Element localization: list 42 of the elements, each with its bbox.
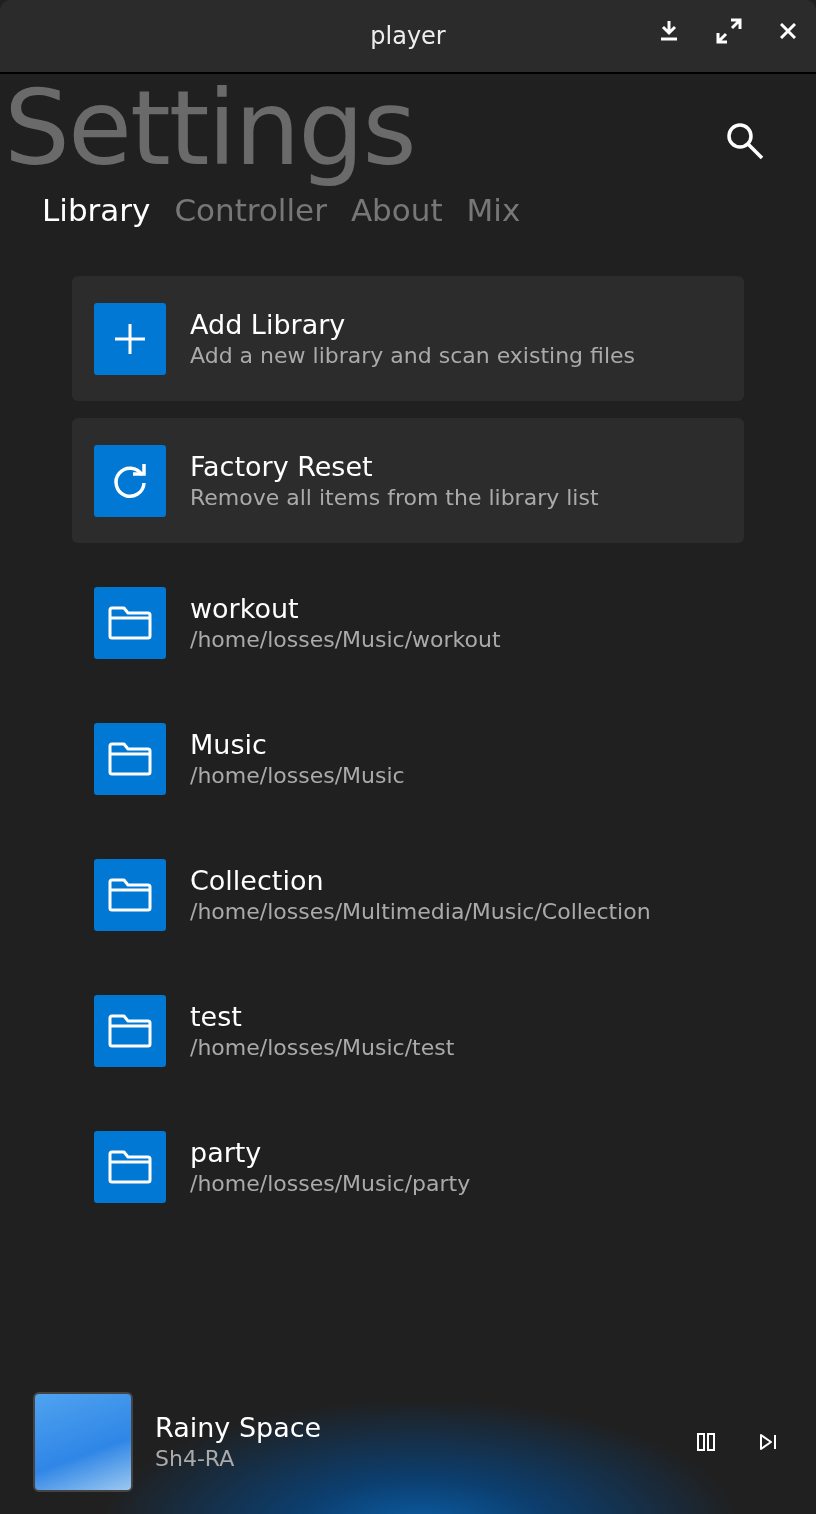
tab[interactable]: Mix — [464, 192, 523, 228]
item-subtitle: Add a new library and scan existing files — [190, 341, 636, 370]
folder-icon — [108, 1149, 152, 1184]
tab[interactable]: Library — [40, 192, 153, 228]
item-title: Add Library — [190, 307, 347, 342]
item-title: party — [190, 1135, 263, 1170]
pause-icon — [697, 1433, 715, 1451]
library-folder-row[interactable]: Music /home/losses/Music — [72, 696, 744, 821]
folder-icon — [108, 605, 152, 640]
item-subtitle: /home/losses/Music — [190, 761, 406, 790]
item-subtitle: /home/losses/Multimedia/Music/Collection — [190, 897, 652, 926]
track-artist: Sh4-RA — [155, 1445, 236, 1473]
library-folder-row[interactable]: party /home/losses/Music/party — [72, 1104, 744, 1229]
maximize-icon[interactable] — [716, 18, 742, 44]
page-heading: Settings — [4, 66, 415, 190]
skip-next-icon — [759, 1434, 777, 1450]
refresh-icon — [111, 461, 149, 500]
item-title: Music — [190, 727, 268, 762]
library-folder-row[interactable]: Collection /home/losses/Multimedia/Music/Collection — [72, 832, 744, 957]
close-icon[interactable] — [780, 23, 796, 39]
folder-icon — [108, 1013, 152, 1048]
item-subtitle: /home/losses/Music/party — [190, 1169, 472, 1198]
folder-icon — [108, 741, 152, 776]
plus-icon — [113, 321, 147, 356]
item-title: Collection — [190, 863, 325, 898]
item-title: workout — [190, 591, 300, 626]
item-subtitle: /home/losses/Music/test — [190, 1033, 456, 1062]
item-subtitle: /home/losses/Music/workout — [190, 625, 502, 654]
folder-icon — [108, 877, 152, 912]
item-title: Factory Reset — [190, 449, 374, 484]
search-icon[interactable] — [726, 122, 764, 160]
item-subtitle: Remove all items from the library list — [190, 483, 600, 512]
item-title: test — [190, 999, 243, 1034]
window-title: player — [370, 22, 446, 50]
download-icon[interactable] — [660, 21, 678, 41]
tab[interactable]: About — [348, 192, 445, 228]
library-folder-row[interactable]: test /home/losses/Music/test — [72, 968, 744, 1093]
action-card[interactable]: Factory Reset Remove all items from the library list — [72, 418, 744, 543]
library-folder-row[interactable]: workout /home/losses/Music/workout — [72, 560, 744, 685]
action-card[interactable]: Add Library Add a new library and scan existing files — [72, 276, 744, 401]
tab[interactable]: Controller — [172, 192, 329, 228]
track-title: Rainy Space — [155, 1411, 323, 1445]
